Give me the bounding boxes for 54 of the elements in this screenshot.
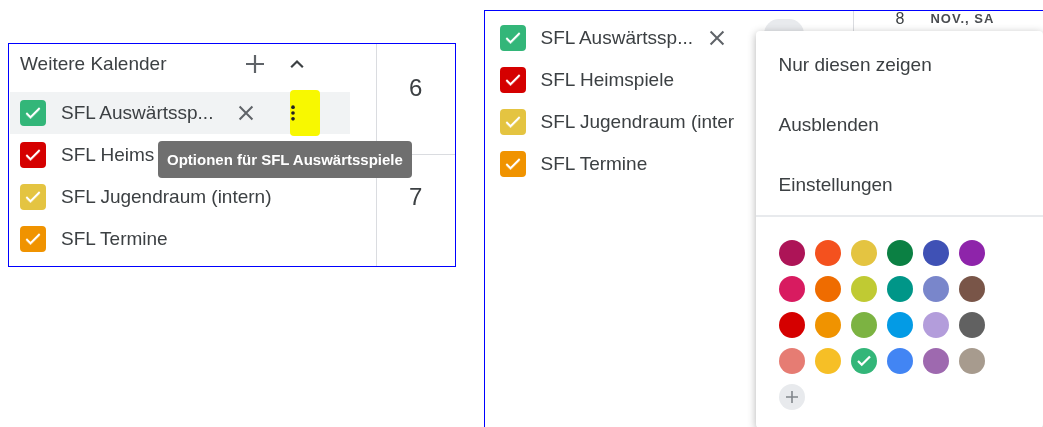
color-swatch[interactable] <box>850 276 877 302</box>
checkbox[interactable] <box>20 226 46 252</box>
checkbox[interactable] <box>20 184 46 210</box>
calendar-name[interactable]: SFL Jugendraum (intern) <box>61 186 272 208</box>
color-swatch[interactable] <box>922 348 949 374</box>
checkbox[interactable] <box>499 67 526 93</box>
checkbox[interactable] <box>499 151 526 177</box>
date-label: NOV., SA <box>930 12 995 25</box>
add-icon[interactable] <box>243 52 267 76</box>
color-swatch[interactable] <box>886 240 913 266</box>
section-title: Weitere Kalender <box>20 53 168 75</box>
calendar-name[interactable]: SFL Heimspiele <box>540 69 674 91</box>
day-number: 6 <box>409 74 423 103</box>
color-swatch[interactable] <box>778 240 805 266</box>
menu-item[interactable]: Einstellungen <box>755 155 1043 215</box>
color-swatch[interactable] <box>850 240 877 266</box>
color-swatch[interactable] <box>922 312 949 338</box>
checkbox[interactable] <box>499 109 526 135</box>
menu-item[interactable]: Nur diesen zeigen <box>755 35 1043 95</box>
plus-icon <box>783 389 800 405</box>
color-swatch[interactable] <box>958 312 985 338</box>
color-swatch[interactable] <box>850 312 877 338</box>
color-swatch[interactable] <box>922 276 949 302</box>
color-swatch[interactable] <box>778 276 805 302</box>
day-number: 8 <box>895 11 905 27</box>
checkbox[interactable] <box>499 25 526 51</box>
color-swatch[interactable] <box>922 240 949 266</box>
color-swatch[interactable] <box>778 312 805 338</box>
calendar-name[interactable]: SFL Heims <box>61 144 155 166</box>
calendar-name[interactable]: SFL Termine <box>61 228 168 250</box>
calendar-name[interactable]: SFL Auswärtssp... <box>540 27 693 49</box>
color-swatch[interactable] <box>958 348 985 374</box>
color-swatch[interactable] <box>886 348 913 374</box>
color-swatch[interactable] <box>958 276 985 302</box>
color-swatch[interactable] <box>814 276 841 302</box>
calendar-row[interactable]: SFL Auswärtssp... <box>10 92 350 134</box>
color-swatch[interactable] <box>814 240 841 266</box>
color-swatch[interactable] <box>814 312 841 338</box>
day-number: 7 <box>409 183 423 213</box>
color-swatch[interactable] <box>958 240 985 266</box>
color-swatch[interactable] <box>886 276 913 302</box>
color-swatch[interactable] <box>886 312 913 338</box>
color-swatch[interactable] <box>814 348 841 374</box>
calendar-name: SFL Auswärtssp... <box>61 102 214 124</box>
menu-item[interactable]: Ausblenden <box>755 95 1043 155</box>
highlight-mark <box>290 90 320 136</box>
calendar-name[interactable]: SFL Jugendraum (inter <box>540 111 735 133</box>
checkbox[interactable] <box>20 142 46 168</box>
tooltip: Optionen für SFL Auswärtsspiele <box>158 141 412 178</box>
add-color-button[interactable] <box>778 384 805 410</box>
color-swatch[interactable] <box>850 348 877 374</box>
checkbox[interactable] <box>20 100 46 126</box>
color-swatch[interactable] <box>778 348 805 374</box>
calendar-name[interactable]: SFL Termine <box>540 153 648 175</box>
